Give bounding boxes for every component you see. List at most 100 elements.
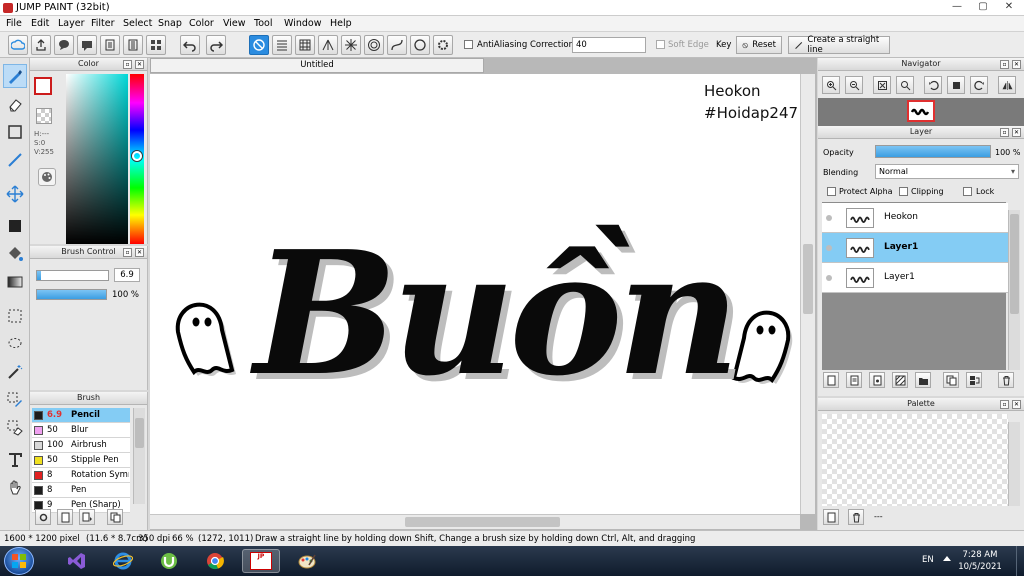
palette-scrollbar[interactable] [1008, 422, 1020, 506]
panel-float-icon[interactable]: ▫ [1000, 60, 1009, 69]
panel-float-icon[interactable]: ▫ [123, 248, 132, 257]
flip-canvas-icon[interactable] [998, 76, 1016, 94]
panel-float-icon[interactable]: ▫ [123, 60, 132, 69]
canvas-horizontal-scroll-thumb[interactable] [405, 517, 560, 527]
utorrent-icon[interactable] [150, 549, 188, 573]
brush-menu-icon[interactable] [79, 509, 95, 525]
rectangle-tool-icon[interactable] [3, 120, 27, 144]
menu-help[interactable]: Help [330, 18, 352, 29]
brush-settings-icon[interactable] [35, 509, 51, 525]
layer-item[interactable]: Heokon [822, 203, 1008, 233]
hue-handle[interactable] [132, 151, 142, 161]
new-brush-icon[interactable] [57, 509, 73, 525]
concentric-icon[interactable] [364, 35, 384, 55]
redo-icon[interactable] [206, 35, 226, 55]
clipping-checkbox[interactable] [899, 187, 908, 196]
reset-button[interactable]: Reset [736, 36, 782, 54]
menu-snap[interactable]: Snap [158, 18, 182, 29]
correction-select[interactable]: 40 [572, 37, 646, 53]
panel-close-icon[interactable]: ✕ [135, 248, 144, 257]
brush-item[interactable]: 50 Stipple Pen [32, 453, 130, 468]
zoom-in-icon[interactable] [822, 76, 840, 94]
brush-item[interactable]: 50 Blur [32, 423, 130, 438]
new-raster-layer-icon[interactable] [846, 372, 862, 388]
curve-icon[interactable] [387, 35, 407, 55]
brush-copy-icon[interactable] [107, 509, 123, 525]
visual-studio-icon[interactable] [58, 549, 96, 573]
eraser-tool-icon[interactable] [3, 92, 27, 116]
list-icon[interactable] [123, 35, 143, 55]
menu-layer[interactable]: Layer [58, 18, 85, 29]
menu-edit[interactable]: Edit [31, 18, 49, 29]
fit-window-icon[interactable] [873, 76, 891, 94]
canvas-horizontal-scrollbar[interactable] [150, 514, 800, 529]
navigator-preview-area[interactable] [818, 98, 1024, 126]
folder-icon[interactable] [915, 372, 931, 388]
jump-paint-taskbar-icon[interactable]: JP [242, 549, 280, 573]
cloud-icon[interactable] [8, 35, 28, 55]
snap-settings-icon[interactable] [433, 35, 453, 55]
brush-size-slider[interactable] [36, 270, 109, 281]
duplicate-layer-icon[interactable] [943, 372, 959, 388]
comment-icon[interactable] [54, 35, 74, 55]
primary-color-swatch[interactable] [34, 77, 52, 95]
drawing-canvas[interactable]: Heokon #Hoidap247 Buồn Buồn [150, 74, 800, 514]
layer-visibility-icon[interactable] [826, 275, 832, 281]
menu-filter[interactable]: Filter [91, 18, 115, 29]
blending-select[interactable]: Normal ▾ [875, 164, 1019, 179]
layer-list-scrollbar[interactable] [1008, 210, 1020, 370]
layer-visibility-icon[interactable] [826, 245, 832, 251]
saturation-value-picker[interactable] [66, 74, 128, 244]
menu-file[interactable]: File [6, 18, 22, 29]
menu-tool[interactable]: Tool [254, 18, 272, 29]
delete-palette-icon[interactable] [848, 509, 864, 525]
grid-snap-icon[interactable] [295, 35, 315, 55]
brush-item[interactable]: 100 Airbrush [32, 438, 130, 453]
new-palette-icon[interactable] [823, 509, 839, 525]
document-icon[interactable] [100, 35, 120, 55]
perspective-icon[interactable] [318, 35, 338, 55]
new-layer-icon[interactable] [823, 372, 839, 388]
delete-layer-icon[interactable] [998, 372, 1014, 388]
brush-size-value[interactable]: 6.9 [114, 268, 140, 282]
menu-select[interactable]: Select [123, 18, 152, 29]
layer-item[interactable]: Layer1 [822, 263, 1008, 293]
panel-close-icon[interactable]: ✕ [1012, 400, 1021, 409]
menu-window[interactable]: Window [284, 18, 321, 29]
menu-color[interactable]: Color [189, 18, 214, 29]
brush-list-scroll-thumb[interactable] [135, 418, 144, 448]
language-indicator[interactable]: EN [922, 555, 934, 565]
layer-visibility-icon[interactable] [826, 215, 832, 221]
layer-opacity-slider[interactable] [875, 145, 991, 158]
palette-swatch-area[interactable] [822, 414, 1008, 506]
bucket-tool-icon[interactable] [3, 242, 27, 266]
select-pen-tool-icon[interactable] [3, 388, 27, 412]
document-tab[interactable]: Untitled [150, 58, 484, 73]
show-desktop-button[interactable] [1016, 546, 1024, 576]
canvas-vertical-scrollbar[interactable] [800, 74, 815, 514]
merge-layer-icon[interactable] [966, 372, 982, 388]
brush-list-scrollbar[interactable] [133, 408, 145, 504]
rotate-reset-icon[interactable] [947, 76, 965, 94]
select-eraser-tool-icon[interactable] [3, 416, 27, 440]
protect-alpha-checkbox[interactable] [827, 187, 836, 196]
paint-tool-icon[interactable] [288, 549, 326, 573]
rect-select-tool-icon[interactable] [3, 304, 27, 328]
brush-item[interactable]: 6.9 Pencil [32, 408, 130, 423]
minimize-button[interactable]: — [944, 0, 970, 15]
navigator-thumbnail[interactable] [907, 100, 935, 122]
brush-tool-icon[interactable] [3, 64, 27, 88]
panel-close-icon[interactable]: ✕ [1012, 128, 1021, 137]
fill-rect-tool-icon[interactable] [3, 214, 27, 238]
grid-panel-icon[interactable] [146, 35, 166, 55]
soft-edge-checkbox[interactable] [656, 40, 665, 49]
message-icon[interactable] [77, 35, 97, 55]
transparent-color-swatch[interactable] [36, 108, 52, 124]
new-halftone-layer-icon[interactable] [869, 372, 885, 388]
no-snap-icon[interactable] [249, 35, 269, 55]
move-tool-icon[interactable] [3, 182, 27, 206]
gradient-tool-icon[interactable] [3, 270, 27, 294]
tray-clock[interactable]: 7:28 AM 10/5/2021 [950, 549, 1010, 573]
canvas-vertical-scroll-thumb[interactable] [803, 244, 813, 314]
antialiasing-checkbox[interactable] [464, 40, 473, 49]
